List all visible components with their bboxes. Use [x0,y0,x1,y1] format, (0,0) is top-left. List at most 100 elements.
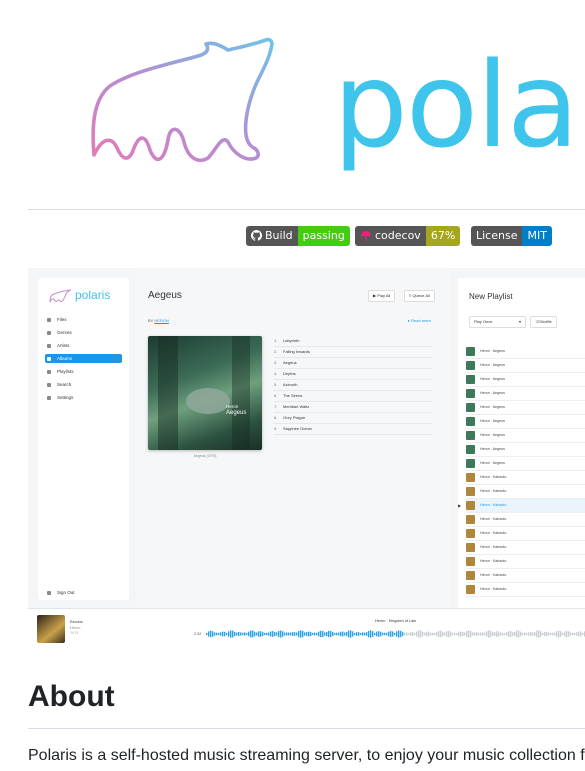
artist-link[interactable]: HERON [154,318,168,323]
codecov-badge[interactable]: codecov 67% [355,226,461,246]
track-thumbnail-icon [466,472,475,482]
track-row[interactable]: 1. Labyrinth [274,336,432,347]
track-row[interactable]: 4. Depths [274,369,432,380]
playlist-row[interactable]: Heron · Kairaoto [466,555,585,569]
sidebar-item-settings[interactable]: Settings [45,393,122,402]
track-thumbnail-icon [466,514,475,524]
about-description: Polaris is a self-hosted music streaming… [28,747,585,764]
track-number: 5. [274,382,278,387]
playlist-row[interactable]: Heron · Aegeus [466,359,585,373]
play-mode-select[interactable]: Play Once ▾ [469,316,526,328]
album-title: Aegeus [148,290,182,301]
playlist-row[interactable]: Heron · Aegeus [466,457,585,471]
person-icon [47,344,51,348]
divider [28,209,585,210]
track-row[interactable]: 7. Meridian Waltz [274,402,432,413]
track-row[interactable]: 5. Azimuth [274,380,432,391]
track-title: Labyrinth [283,338,300,343]
app-screenshot: polaris Files Genres Artists Albums Play… [28,268,585,648]
codecov-badge-value: 67% [425,226,461,246]
sign-out-button[interactable]: Sign Out [45,588,122,597]
polaris-logo-icon [49,289,71,303]
sidebar-item-label: Search [57,382,72,387]
player-track: Exodus [70,620,83,624]
track-title: Azimuth [283,382,298,387]
track-title: Aegeus [283,360,297,365]
playlist-row[interactable]: Heron · Aegeus [466,345,585,359]
album-cover[interactable]: Heron Aegeus [148,336,262,450]
license-badge[interactable]: License MIT [471,226,552,246]
player-year: 1975 [70,631,79,635]
play-all-button[interactable]: ▶ Play All [368,290,396,302]
playlist-row-label: Heron · Aegeus [480,377,505,381]
track-thumbnail-icon [466,556,475,566]
chevron-down-icon: ▾ [518,319,521,324]
playlist-row-label: Heron · Aegeus [480,447,505,451]
track-row[interactable]: 3. Aegeus [274,358,432,369]
playlist-row[interactable]: Heron · Kairaoto [466,569,585,583]
track-thumbnail-icon [466,402,475,412]
playlist-row[interactable]: Heron · Kairaoto [466,499,585,513]
playlist-row[interactable]: Heron · Aegeus [466,415,585,429]
cover-artist: Heron [226,404,239,409]
playlist-row[interactable]: Heron · Aegeus [466,429,585,443]
playlist-row[interactable]: Heron · Kairaoto [466,527,585,541]
playlist-row-label: Heron · Aegeus [480,349,505,353]
player-artist: Heron [70,626,81,630]
track-thumbnail-icon [466,416,475,426]
logo-wordmark: pola [333,36,579,174]
build-badge-label: Build [265,229,293,242]
track-row[interactable]: 6. The Sirens [274,391,432,402]
track-thumbnail-icon [466,486,475,496]
playlist-row[interactable]: Heron · Aegeus [466,443,585,457]
track-row[interactable]: 9. Sapphire Ocean [274,424,432,435]
license-badge-value: MIT [522,226,552,246]
album-artist-line: BY HERON [148,318,169,323]
sidebar-item-search[interactable]: Search [45,380,122,389]
waveform-seekbar[interactable] [206,628,585,640]
playlist-row[interactable]: Heron · Kairaoto [466,583,585,597]
sidebar-item-albums[interactable]: Albums [45,354,122,363]
track-row[interactable]: 2. Falling Inwards [274,347,432,358]
playlist-row[interactable]: Heron · Kairaoto [466,471,585,485]
playlist-row[interactable]: Heron · Aegeus [466,373,585,387]
codecov-umbrella-icon [361,231,371,241]
sidebar-item-files[interactable]: Files [45,315,122,324]
sign-out-icon [47,591,51,595]
github-icon [250,229,263,241]
sidebar-item-playlists[interactable]: Playlists [45,367,122,376]
playlist-row-label: Heron · Kairaoto [480,573,507,577]
by-prefix: BY [148,318,154,323]
queue-all-button[interactable]: ≡ Queue All [404,290,435,302]
track-number: 9. [274,426,278,431]
track-thumbnail-icon [466,570,475,580]
now-playing-title: Heron · Kingdom of Lain [375,619,417,623]
sidebar-item-label: Artists [57,343,70,348]
current-track-marker-icon: ▶ [458,503,462,508]
playlist-row[interactable]: Heron · Aegeus [466,387,585,401]
now-playing-artwork[interactable] [37,615,65,643]
tag-icon [47,331,51,335]
build-badge[interactable]: Build passing [246,226,350,246]
track-title: The Sirens [283,393,303,398]
playlist-row-label: Heron · Aegeus [480,391,505,395]
sidebar-item-artists[interactable]: Artists [45,341,122,350]
search-icon [47,383,51,387]
playlist-row[interactable]: Heron · Kairaoto [466,513,585,527]
playlist-row-label: Heron · Kairaoto [480,517,507,521]
playlist-row[interactable]: Heron · Aegeus [466,401,585,415]
brand-name: polaris [75,288,111,302]
sidebar-item-label: Playlists [57,369,74,374]
playlist-row[interactable]: Heron · Kairaoto [466,485,585,499]
read-more-link[interactable]: ▸ Read more [408,318,431,323]
shuffle-button[interactable]: ⤨ Shuffle [530,316,557,328]
playlist-row-label: Heron · Kairaoto [480,545,507,549]
sidebar-item-label: Albums [57,356,73,361]
playlist-row[interactable]: Heron · Kairaoto [466,541,585,555]
track-number: 1. [274,338,278,343]
sidebar-item-label: Settings [57,395,74,400]
track-thumbnail-icon [466,346,475,356]
track-row[interactable]: 8. Grey Plague [274,413,432,424]
sidebar-item-genres[interactable]: Genres [45,328,122,337]
track-thumbnail-icon [466,458,475,468]
